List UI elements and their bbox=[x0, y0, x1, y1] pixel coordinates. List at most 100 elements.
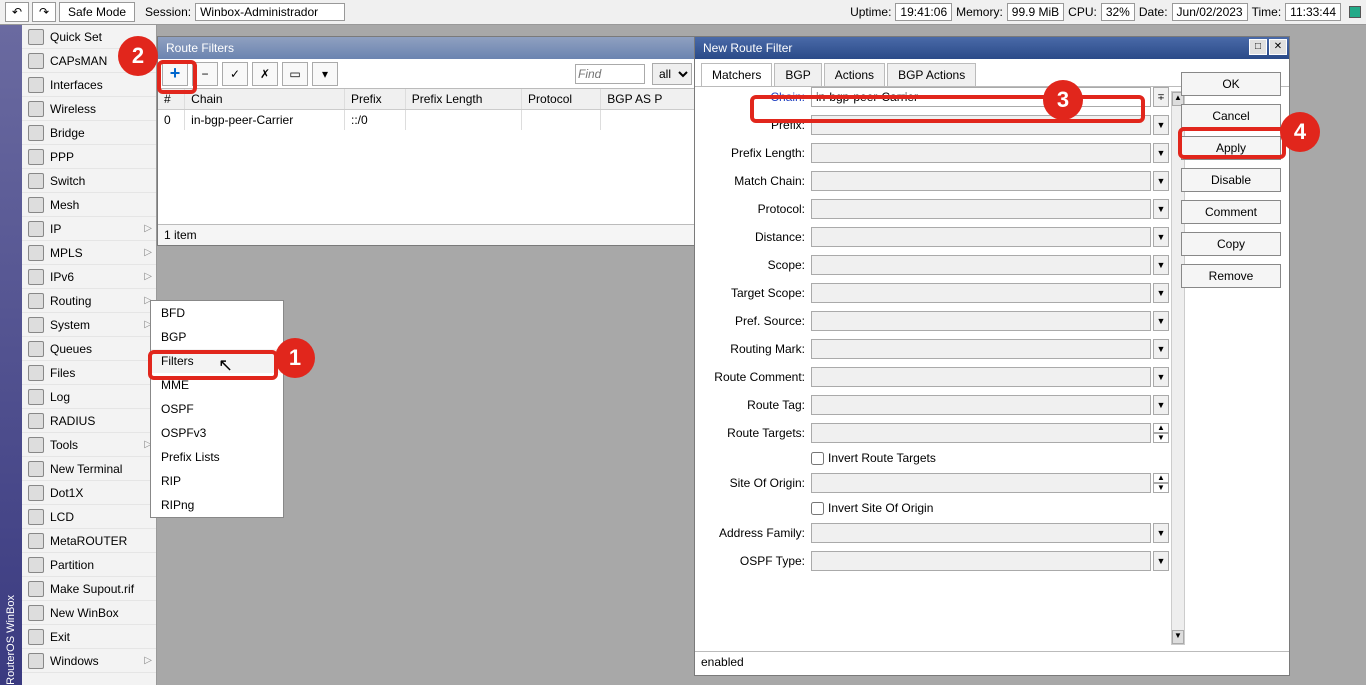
column-header[interactable]: Protocol bbox=[522, 89, 601, 110]
column-header[interactable]: Chain bbox=[185, 89, 345, 110]
sidebar-item-system[interactable]: System▷ bbox=[22, 313, 156, 337]
expand-icon[interactable]: ▼ bbox=[1153, 255, 1169, 275]
disable-button-tb[interactable]: ✗ bbox=[252, 62, 278, 86]
tab-bgp-actions[interactable]: BGP Actions bbox=[887, 63, 976, 86]
cancel-button[interactable]: Cancel bbox=[1181, 104, 1281, 128]
expand-icon[interactable]: ▼ bbox=[1153, 199, 1169, 219]
sidebar-item-quick-set[interactable]: Quick Set bbox=[22, 25, 156, 49]
remove-button[interactable]: − bbox=[192, 62, 218, 86]
sidebar-item-ipv6[interactable]: IPv6▷ bbox=[22, 265, 156, 289]
input-rtag[interactable] bbox=[811, 395, 1151, 415]
input-rcomm[interactable] bbox=[811, 367, 1151, 387]
enable-button[interactable]: ✓ bbox=[222, 62, 248, 86]
sidebar-item-ip[interactable]: IP▷ bbox=[22, 217, 156, 241]
comment-button-tb[interactable]: ▭ bbox=[282, 62, 308, 86]
disable-button[interactable]: Disable bbox=[1181, 168, 1281, 192]
close-button[interactable]: ✕ bbox=[1269, 39, 1287, 55]
sidebar-item-routing[interactable]: Routing▷ bbox=[22, 289, 156, 313]
submenu-item-mme[interactable]: MME bbox=[151, 373, 283, 397]
sidebar-item-files[interactable]: Files bbox=[22, 361, 156, 385]
expand-icon[interactable]: ▼ bbox=[1153, 523, 1169, 543]
add-button[interactable]: + bbox=[162, 62, 188, 86]
route-filters-titlebar[interactable]: Route Filters bbox=[158, 37, 696, 59]
expand-icon[interactable]: ▼ bbox=[1153, 227, 1169, 247]
input-tscope[interactable] bbox=[811, 283, 1151, 303]
sidebar-item-capsman[interactable]: CAPsMAN bbox=[22, 49, 156, 73]
tab-actions[interactable]: Actions bbox=[824, 63, 885, 86]
copy-button[interactable]: Copy bbox=[1181, 232, 1281, 256]
input-otype[interactable] bbox=[811, 551, 1151, 571]
sidebar-item-log[interactable]: Log bbox=[22, 385, 156, 409]
sidebar-item-interfaces[interactable]: Interfaces bbox=[22, 73, 156, 97]
safe-mode-button[interactable]: Safe Mode bbox=[59, 2, 135, 22]
sidebar-item-new-terminal[interactable]: New Terminal bbox=[22, 457, 156, 481]
sidebar-item-partition[interactable]: Partition bbox=[22, 553, 156, 577]
ok-button[interactable]: OK bbox=[1181, 72, 1281, 96]
sidebar-item-new-winbox[interactable]: New WinBox bbox=[22, 601, 156, 625]
expand-icon[interactable]: ▼ bbox=[1153, 367, 1169, 387]
redo-button[interactable]: ↷ bbox=[32, 2, 56, 22]
sidebar-item-metarouter[interactable]: MetaROUTER bbox=[22, 529, 156, 553]
scroll-down-icon[interactable]: ▼ bbox=[1172, 630, 1184, 644]
input-dist[interactable] bbox=[811, 227, 1151, 247]
table-row[interactable]: 0in-bgp-peer-Carrier::/0 bbox=[158, 110, 696, 131]
expand-icon[interactable]: ▼ bbox=[1153, 339, 1169, 359]
sidebar-item-switch[interactable]: Switch bbox=[22, 169, 156, 193]
expand-icon[interactable]: ▼ bbox=[1153, 283, 1169, 303]
submenu-item-ospfv3[interactable]: OSPFv3 bbox=[151, 421, 283, 445]
expand-icon[interactable]: ▼ bbox=[1153, 171, 1169, 191]
maximize-button[interactable]: □ bbox=[1249, 39, 1267, 55]
sidebar-item-ppp[interactable]: PPP bbox=[22, 145, 156, 169]
input-rtargets[interactable] bbox=[811, 423, 1151, 443]
column-header[interactable]: BGP AS P bbox=[601, 89, 696, 110]
expand-icon[interactable]: ▼ bbox=[1153, 311, 1169, 331]
input-mchain[interactable] bbox=[811, 171, 1151, 191]
tab-matchers[interactable]: Matchers bbox=[701, 63, 772, 86]
submenu-item-bgp[interactable]: BGP bbox=[151, 325, 283, 349]
sidebar-item-tools[interactable]: Tools▷ bbox=[22, 433, 156, 457]
new-route-filter-titlebar[interactable]: New Route Filter □ ✕ bbox=[695, 37, 1289, 59]
sidebar-item-exit[interactable]: Exit bbox=[22, 625, 156, 649]
expand-icon[interactable]: ▼ bbox=[1153, 551, 1169, 571]
submenu-item-prefix-lists[interactable]: Prefix Lists bbox=[151, 445, 283, 469]
expand-icon[interactable]: ▼ bbox=[1153, 143, 1169, 163]
checkbox-invrt[interactable] bbox=[811, 452, 824, 465]
submenu-item-ospf[interactable]: OSPF bbox=[151, 397, 283, 421]
sidebar-item-bridge[interactable]: Bridge bbox=[22, 121, 156, 145]
session-input[interactable] bbox=[195, 3, 345, 21]
sidebar-item-mpls[interactable]: MPLS▷ bbox=[22, 241, 156, 265]
submenu-item-bfd[interactable]: BFD bbox=[151, 301, 283, 325]
column-header[interactable]: # bbox=[158, 89, 185, 110]
sidebar-item-dot1x[interactable]: Dot1X bbox=[22, 481, 156, 505]
column-header[interactable]: Prefix Length bbox=[405, 89, 521, 110]
find-input[interactable] bbox=[575, 64, 645, 84]
input-scope[interactable] bbox=[811, 255, 1151, 275]
step-down-icon[interactable]: ▼ bbox=[1153, 483, 1169, 493]
input-afam[interactable] bbox=[811, 523, 1151, 543]
sidebar-item-make-supout-rif[interactable]: Make Supout.rif bbox=[22, 577, 156, 601]
expand-icon[interactable]: ▼ bbox=[1153, 395, 1169, 415]
input-chain[interactable] bbox=[811, 87, 1151, 107]
input-plen[interactable] bbox=[811, 143, 1151, 163]
submenu-item-rip[interactable]: RIP bbox=[151, 469, 283, 493]
apply-button[interactable]: Apply bbox=[1181, 136, 1281, 160]
undo-button[interactable]: ↶ bbox=[5, 2, 29, 22]
sidebar-item-lcd[interactable]: LCD bbox=[22, 505, 156, 529]
checkbox-invsoo[interactable] bbox=[811, 502, 824, 515]
sidebar-item-queues[interactable]: Queues bbox=[22, 337, 156, 361]
input-proto[interactable] bbox=[811, 199, 1151, 219]
input-psrc[interactable] bbox=[811, 311, 1151, 331]
input-soo[interactable] bbox=[811, 473, 1151, 493]
filter-icon[interactable]: ▾ bbox=[312, 62, 338, 86]
step-down-icon[interactable]: ▼ bbox=[1153, 433, 1169, 443]
sidebar-item-radius[interactable]: RADIUS bbox=[22, 409, 156, 433]
tab-bgp[interactable]: BGP bbox=[774, 63, 821, 86]
expand-icon[interactable]: ▼ bbox=[1153, 115, 1169, 135]
submenu-item-filters[interactable]: Filters bbox=[151, 349, 283, 373]
input-prefix[interactable] bbox=[811, 115, 1151, 135]
comment-button[interactable]: Comment bbox=[1181, 200, 1281, 224]
input-rmark[interactable] bbox=[811, 339, 1151, 359]
submenu-item-ripng[interactable]: RIPng bbox=[151, 493, 283, 517]
sidebar-item-mesh[interactable]: Mesh bbox=[22, 193, 156, 217]
dropdown-toggle-icon[interactable]: ∓ bbox=[1153, 87, 1169, 107]
